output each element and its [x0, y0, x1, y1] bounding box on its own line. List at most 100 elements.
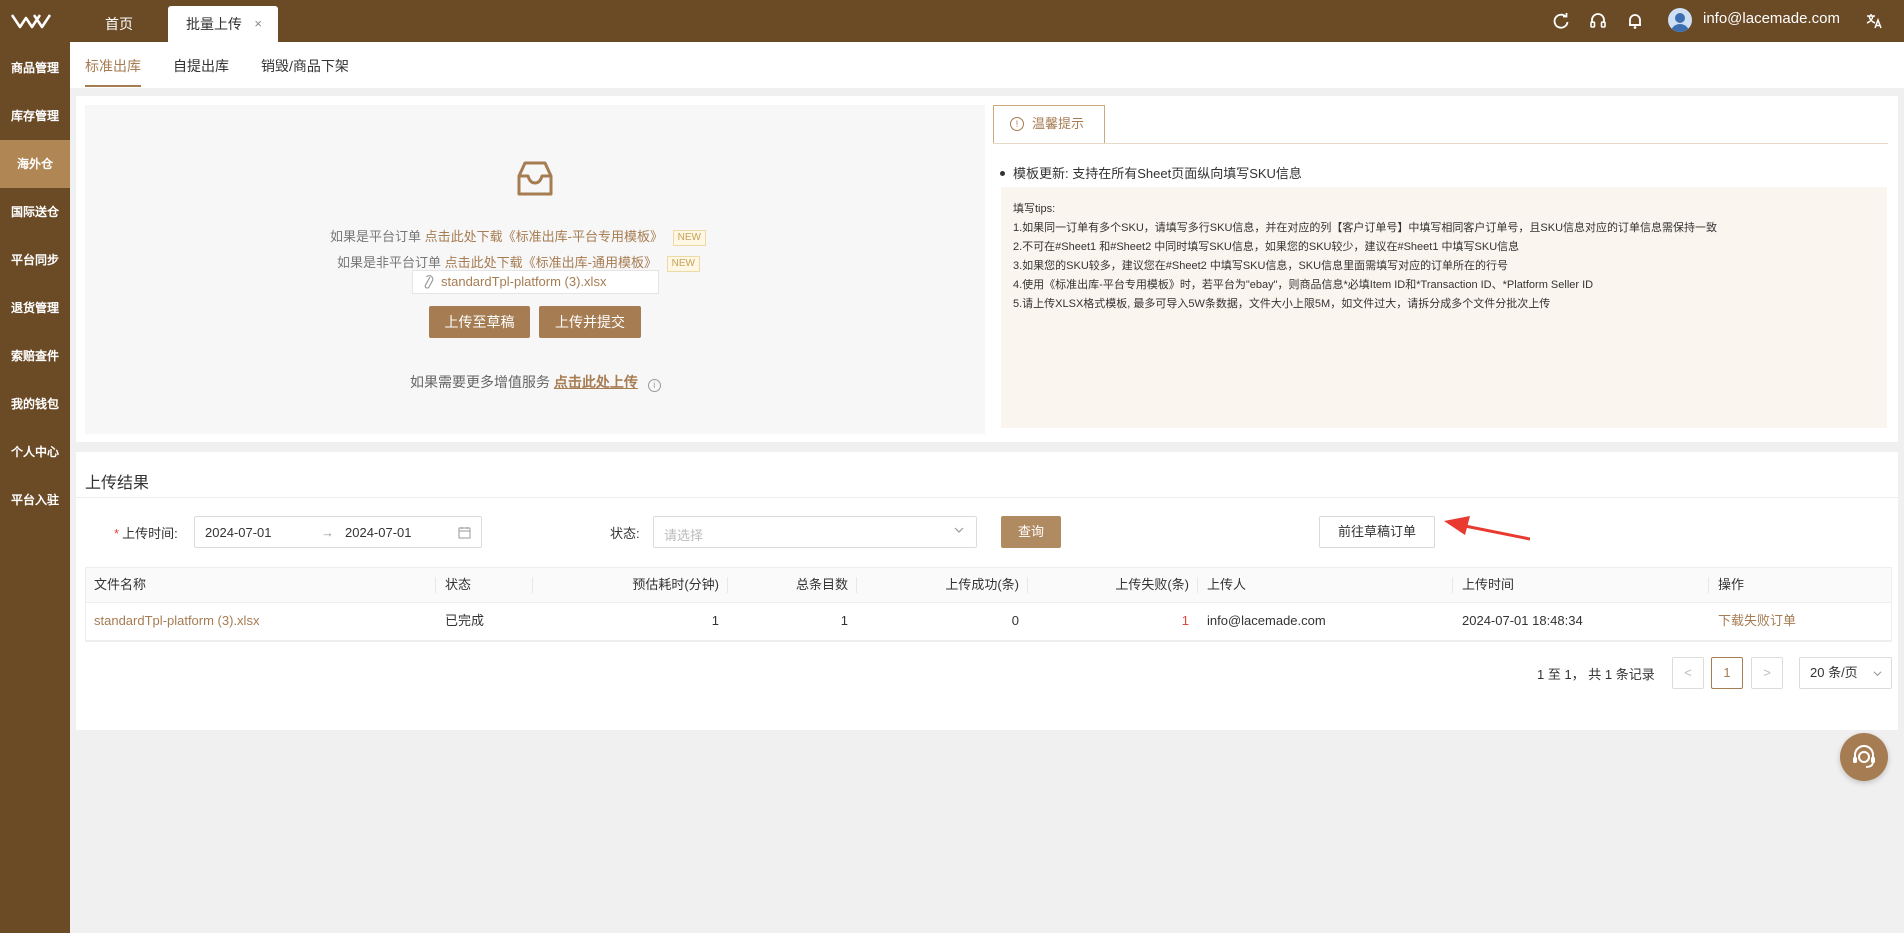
row-uploader: info@lacemade.com [1207, 613, 1326, 628]
row-eta: 1 [711, 613, 719, 628]
col-status: 状态 [436, 567, 533, 602]
row-success: 0 [1011, 613, 1019, 628]
col-success: 上传成功(条) [857, 567, 1028, 602]
pagination-summary: 1 至 1， 共 1 条记录 [1537, 667, 1655, 682]
tab-self-pickup[interactable]: 自提出库 [173, 56, 229, 76]
new-badge: NEW [666, 256, 700, 272]
date-range-picker[interactable]: 2024-07-01 → 2024-07-01 [194, 516, 482, 548]
date-end-input[interactable]: 2024-07-01 [345, 525, 412, 540]
inbox-icon [517, 161, 553, 196]
row-upload-time: 2024-07-01 18:48:34 [1462, 613, 1583, 628]
generic-template-download-link[interactable]: 点击此处下载《标准出库-通用模板》 [445, 255, 657, 270]
calendar-icon[interactable] [458, 526, 471, 539]
table-row: standardTpl-platform (3).xlsx 已完成 1 1 0 … [85, 603, 1892, 641]
row-status: 已完成 [445, 613, 485, 628]
paperclip-icon [424, 275, 434, 289]
sidebar-item-overseas-warehouse[interactable]: 海外仓 [0, 140, 70, 188]
generic-template-line: 如果是非平台订单 点击此处下载《标准出库-通用模板》 NEW [337, 252, 700, 272]
user-email[interactable]: info@lacemade.com [1703, 10, 1840, 27]
upload-and-submit-button[interactable]: 上传并提交 [539, 306, 641, 338]
top-bar: 首页 批量上传 × info@lacemade.com [0, 0, 1904, 42]
page-size-select[interactable]: 20 条/页 [1799, 657, 1892, 689]
upload-to-draft-button[interactable]: 上传至草稿 [429, 306, 530, 338]
upload-time-label: * 上传时间: [114, 523, 178, 542]
annotation-arrow-icon [1444, 516, 1530, 541]
value-added-prefix: 如果需要更多增值服务 [410, 374, 550, 390]
close-icon[interactable]: × [254, 6, 262, 42]
status-label: 状态: [610, 526, 640, 541]
tab-home[interactable]: 首页 [88, 6, 150, 42]
sidebar-item-claims[interactable]: 索赔查件 [0, 332, 70, 380]
value-added-upload-link[interactable]: 点击此处上传 [554, 374, 638, 390]
chevron-down-icon [954, 527, 964, 533]
generic-template-prefix: 如果是非平台订单 [337, 255, 442, 270]
status-select-placeholder: 请选择 [664, 528, 704, 543]
tip-line-4: 4.使用《标准出库-平台专用模板》时，若平台为"ebay"，则商品信息*必填It… [1013, 279, 1594, 291]
col-uploader: 上传人 [1198, 567, 1453, 602]
sidebar-item-product[interactable]: 商品管理 [0, 44, 70, 92]
tip-line-3: 3.如果您的SKU较多，建议您在#Sheet2 中填写SKU信息，SKU信息里面… [1013, 260, 1509, 272]
headset-icon[interactable] [1588, 11, 1608, 31]
chevron-down-icon [1873, 671, 1882, 677]
upload-time-label-text: 上传时间: [122, 526, 178, 541]
next-page-button[interactable]: > [1751, 657, 1783, 689]
user-avatar-icon [1671, 13, 1689, 32]
row-failed: 1 [1181, 613, 1189, 628]
required-mark: * [114, 526, 120, 541]
tip-line-5: 5.请上传XLSX格式模板, 最多可导入5W条数据，文件大小上限5M，如文件过大… [1013, 298, 1551, 310]
col-eta: 预估耗时(分钟) [533, 567, 728, 602]
sidebar-item-platform-sync[interactable]: 平台同步 [0, 236, 70, 284]
download-failed-orders-link[interactable]: 下载失败订单 [1709, 603, 1892, 640]
tip-line-1: 1.如果同一订单有多个SKU，请填写多行SKU信息，并在对应的列【客户订单号】中… [1013, 222, 1718, 234]
col-total: 总条目数 [728, 567, 857, 602]
tab-batch-upload-label: 批量上传 [186, 16, 242, 32]
col-file-name: 文件名称 [85, 567, 436, 602]
customer-service-button[interactable] [1840, 733, 1888, 781]
sidebar-item-returns[interactable]: 退货管理 [0, 284, 70, 332]
go-to-draft-orders-button[interactable]: 前往草稿订单 [1319, 516, 1435, 548]
tips-content: 填写tips: 1.如果同一订单有多个SKU，请填写多行SKU信息，并在对应的列… [1001, 187, 1887, 428]
tab-standard-outbound[interactable]: 标准出库 [85, 56, 141, 76]
new-badge: NEW [672, 230, 706, 246]
sidebar-item-intl-shipping[interactable]: 国际送仓 [0, 188, 70, 236]
tip-line-2: 2.不可在#Sheet1 和#Sheet2 中同时填写SKU信息，如果您的SKU… [1013, 241, 1520, 253]
page-1-button[interactable]: 1 [1711, 657, 1743, 689]
active-tab-indicator [85, 85, 141, 87]
col-actions: 操作 [1718, 577, 1745, 592]
date-start-input[interactable]: 2024-07-01 [205, 525, 272, 540]
warning-icon: ! [1010, 117, 1024, 131]
bell-icon[interactable] [1625, 11, 1645, 31]
brand-logo-icon[interactable] [10, 12, 54, 30]
date-range-arrow: → [321, 525, 334, 540]
sidebar-item-wallet[interactable]: 我的钱包 [0, 380, 70, 428]
platform-template-download-link[interactable]: 点击此处下载《标准出库-平台专用模板》 [425, 229, 663, 244]
prev-page-button[interactable]: < [1672, 657, 1704, 689]
tab-destroy-delist[interactable]: 销毁/商品下架 [261, 56, 349, 76]
platform-template-line: 如果是平台订单 点击此处下载《标准出库-平台专用模板》 NEW [330, 226, 706, 246]
subtabs: 标准出库 自提出库 销毁/商品下架 [70, 42, 1904, 88]
page-size-value: 20 条/页 [1810, 665, 1858, 680]
tab-tips[interactable]: ! 温馨提示 [993, 105, 1105, 143]
sidebar-item-platform-onboarding[interactable]: 平台入驻 [0, 476, 70, 524]
sidebar-item-profile[interactable]: 个人中心 [0, 428, 70, 476]
tips-tab-label: 温馨提示 [1032, 116, 1085, 131]
avatar[interactable] [1668, 8, 1692, 32]
translate-icon[interactable] [1864, 11, 1884, 31]
template-update-note: 模板更新: 支持在所有Sheet页面纵向填写SKU信息 [1000, 163, 1302, 182]
uploaded-file-chip[interactable]: standardTpl-platform (3).xlsx [412, 270, 659, 294]
refresh-icon[interactable] [1551, 11, 1571, 31]
info-icon[interactable]: i [647, 379, 661, 392]
results-divider [76, 497, 1898, 498]
tips-title: 填写tips: [1013, 203, 1056, 215]
col-failed: 上传失败(条) [1028, 567, 1198, 602]
tips-divider [993, 143, 1888, 144]
results-title: 上传结果 [85, 475, 150, 492]
query-button[interactable]: 查询 [1001, 516, 1061, 548]
platform-template-prefix: 如果是平台订单 [330, 229, 422, 244]
file-name-link[interactable]: standardTpl-platform (3).xlsx [85, 603, 436, 640]
tab-batch-upload[interactable]: 批量上传 × [168, 6, 278, 42]
status-select[interactable]: 请选择 [653, 516, 977, 548]
value-added-service-line: 如果需要更多增值服务 点击此处上传 i [410, 372, 661, 392]
uploaded-file-name: standardTpl-platform (3).xlsx [441, 274, 607, 289]
sidebar-item-inventory[interactable]: 库存管理 [0, 92, 70, 140]
